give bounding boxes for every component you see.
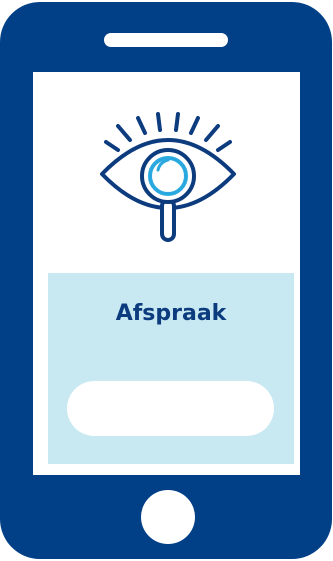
- appointment-card: Afspraak: [48, 273, 294, 464]
- home-button[interactable]: [141, 490, 195, 544]
- eye-magnifier-icon: [100, 112, 236, 242]
- card-title: Afspraak: [115, 301, 227, 326]
- appointment-input[interactable]: [67, 381, 274, 436]
- phone-frame: Afspraak: [0, 2, 332, 559]
- eyelashes: [104, 112, 232, 152]
- magnifier-handle: [160, 198, 176, 242]
- speaker-slot: [104, 33, 228, 47]
- phone-screen: Afspraak: [33, 72, 300, 475]
